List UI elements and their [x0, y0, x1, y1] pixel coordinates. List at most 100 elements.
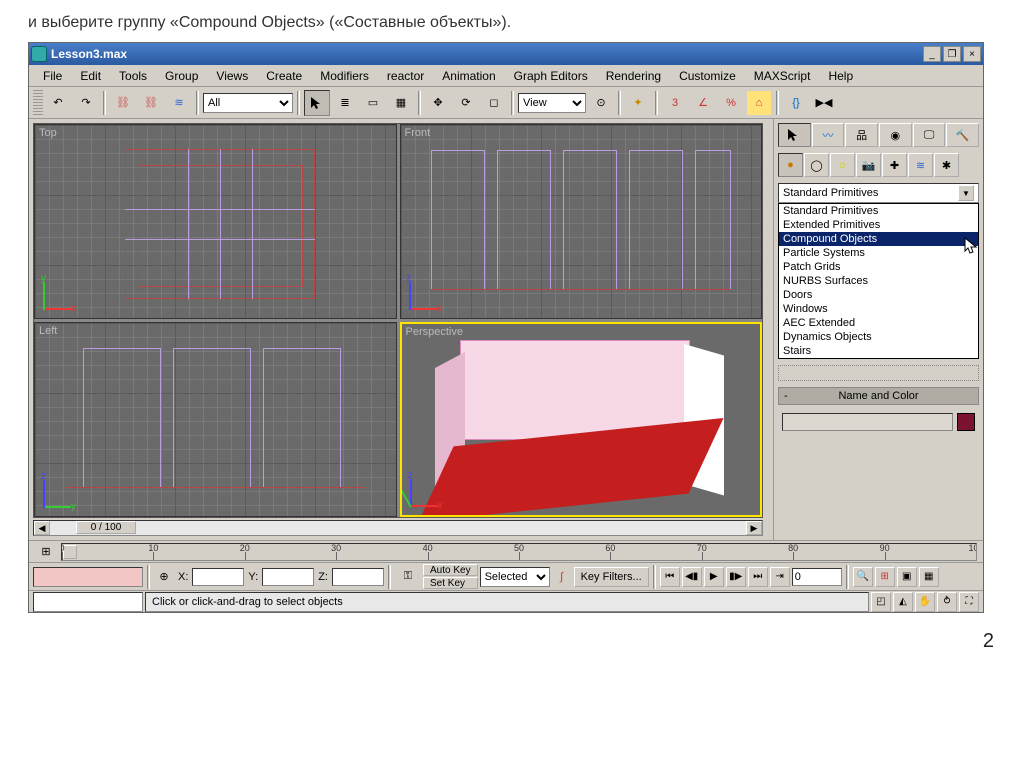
time-ruler[interactable]: 0102030405060708090100 [61, 543, 977, 561]
select-by-name-button[interactable]: ≣ [332, 90, 358, 116]
viewport-left[interactable]: Left yz [34, 322, 397, 517]
menu-maxscript[interactable]: MAXScript [746, 67, 819, 85]
menu-help[interactable]: Help [820, 67, 861, 85]
category-lights[interactable]: ☼ [830, 153, 855, 177]
manipulate-button[interactable]: ✦ [625, 90, 651, 116]
tab-create[interactable] [778, 123, 811, 147]
zoom-button[interactable]: 🔍 [853, 567, 873, 587]
tab-hierarchy[interactable]: 品 [845, 123, 878, 147]
spinner-snap-button[interactable]: ⌂ [746, 90, 772, 116]
link-button[interactable]: ⛓ [110, 90, 136, 116]
current-frame-input[interactable] [792, 568, 842, 586]
select-region-button[interactable]: ▭ [360, 90, 386, 116]
tab-display[interactable]: 🖵 [913, 123, 946, 147]
menu-graph-editors[interactable]: Graph Editors [506, 67, 596, 85]
script-listener-field[interactable] [33, 592, 143, 612]
geometry-type-dropdown[interactable]: Standard Primitives ▼ Standard Primitive… [778, 183, 979, 359]
close-button[interactable]: × [963, 46, 981, 62]
dropdown-item-dynamics-objects[interactable]: Dynamics Objects [779, 330, 978, 344]
time-slider-handle[interactable] [63, 545, 77, 559]
menu-modifiers[interactable]: Modifiers [312, 67, 377, 85]
y-coord-input[interactable] [262, 568, 314, 586]
category-systems[interactable]: ✱ [934, 153, 959, 177]
rotate-button[interactable]: ⟳ [453, 90, 479, 116]
menu-group[interactable]: Group [157, 67, 206, 85]
time-scrollbar[interactable]: ◀ 0 / 100 ▶ [33, 520, 763, 536]
key-filters-button[interactable]: Key Filters... [574, 567, 649, 587]
ref-coord-dropdown[interactable]: View [518, 93, 586, 113]
dropdown-item-extended-primitives[interactable]: Extended Primitives [779, 218, 978, 232]
category-spacewarps[interactable]: ≋ [908, 153, 933, 177]
tab-modify[interactable]: 〰 [812, 123, 845, 147]
rollout-name-and-color[interactable]: - Name and Color [778, 387, 979, 405]
viewport-top[interactable]: Top xy [34, 124, 397, 319]
dropdown-item-aec-extended[interactable]: AEC Extended [779, 316, 978, 330]
menu-create[interactable]: Create [258, 67, 310, 85]
category-shapes[interactable]: ◯ [804, 153, 829, 177]
menu-customize[interactable]: Customize [671, 67, 744, 85]
menu-animation[interactable]: Animation [434, 67, 503, 85]
window-crossing-button[interactable]: ▦ [388, 90, 414, 116]
scroll-track[interactable]: 0 / 100 [50, 521, 746, 535]
category-helpers[interactable]: ✚ [882, 153, 907, 177]
menu-file[interactable]: File [35, 67, 70, 85]
minimize-button[interactable]: _ [923, 46, 941, 62]
dropdown-item-particle-systems[interactable]: Particle Systems [779, 246, 978, 260]
zoom-all-button[interactable]: ⊞ [875, 567, 895, 587]
dropdown-item-doors[interactable]: Doors [779, 288, 978, 302]
menu-views[interactable]: Views [208, 67, 256, 85]
z-coord-input[interactable] [332, 568, 384, 586]
key-mode-button[interactable]: ⚿ [395, 567, 421, 587]
setkey-button[interactable]: Set Key [423, 577, 478, 589]
object-name-input[interactable] [782, 413, 953, 431]
scroll-left-button[interactable]: ◀ [34, 521, 50, 535]
arc-rotate-button[interactable]: ⥁ [937, 592, 957, 612]
dropdown-item-standard-primitives[interactable]: Standard Primitives [779, 204, 978, 218]
scroll-right-button[interactable]: ▶ [746, 521, 762, 535]
viewport-front[interactable]: Front xz [400, 124, 763, 319]
menu-reactor[interactable]: reactor [379, 67, 432, 85]
percent-snap-button[interactable]: % [718, 90, 744, 116]
maximize-viewport-button[interactable]: ⛶ [959, 592, 979, 612]
tab-utilities[interactable]: 🔨 [946, 123, 979, 147]
pan-button[interactable]: ✋ [915, 592, 935, 612]
next-frame-button[interactable]: ▮▶ [726, 567, 746, 587]
redo-button[interactable]: ↷ [73, 90, 99, 116]
zoom-extents-button[interactable]: ▣ [897, 567, 917, 587]
zoom-extents-all-button[interactable]: ▦ [919, 567, 939, 587]
timeline-config-button[interactable]: ⊞ [35, 543, 57, 561]
object-color-swatch[interactable] [957, 413, 975, 431]
category-cameras[interactable]: 📷 [856, 153, 881, 177]
key-tangent-button[interactable]: ∫ [552, 567, 572, 587]
menu-edit[interactable]: Edit [72, 67, 109, 85]
category-geometry[interactable]: ● [778, 153, 803, 177]
prev-frame-button[interactable]: ◀▮ [682, 567, 702, 587]
fov-button[interactable]: ◭ [893, 592, 913, 612]
x-coord-input[interactable] [192, 568, 244, 586]
dropdown-item-compound-objects[interactable]: Compound Objects [779, 232, 978, 246]
pivot-button[interactable]: ⊙ [588, 90, 614, 116]
move-button[interactable]: ✥ [425, 90, 451, 116]
menu-tools[interactable]: Tools [111, 67, 155, 85]
maximize-button[interactable]: ❐ [943, 46, 961, 62]
select-object-button[interactable] [304, 90, 330, 116]
autokey-button[interactable]: Auto Key [423, 564, 478, 576]
mirror-button[interactable]: ▶◀ [811, 90, 837, 116]
unlink-button[interactable]: ⛓ [138, 90, 164, 116]
lock-selection-button[interactable]: ⊕ [154, 567, 174, 587]
region-zoom-button[interactable]: ◰ [871, 592, 891, 612]
named-sel-button[interactable]: {} [783, 90, 809, 116]
snap-toggle-button[interactable]: 3 [662, 90, 688, 116]
dropdown-item-patch-grids[interactable]: Patch Grids [779, 260, 978, 274]
undo-button[interactable]: ↶ [45, 90, 71, 116]
play-button[interactable]: ▶ [704, 567, 724, 587]
angle-snap-button[interactable]: ∠ [690, 90, 716, 116]
time-slider-thumb[interactable]: 0 / 100 [76, 521, 136, 534]
viewport-perspective[interactable]: Perspective xz [400, 322, 763, 517]
bind-spacewarp-button[interactable]: ≋ [166, 90, 192, 116]
dropdown-selected[interactable]: Standard Primitives ▼ [778, 183, 979, 203]
selection-set-dropdown[interactable]: All [203, 93, 293, 113]
toolbar-grip[interactable] [33, 90, 43, 116]
tab-motion[interactable]: ◉ [879, 123, 912, 147]
goto-end-button[interactable]: ⏭ [748, 567, 768, 587]
